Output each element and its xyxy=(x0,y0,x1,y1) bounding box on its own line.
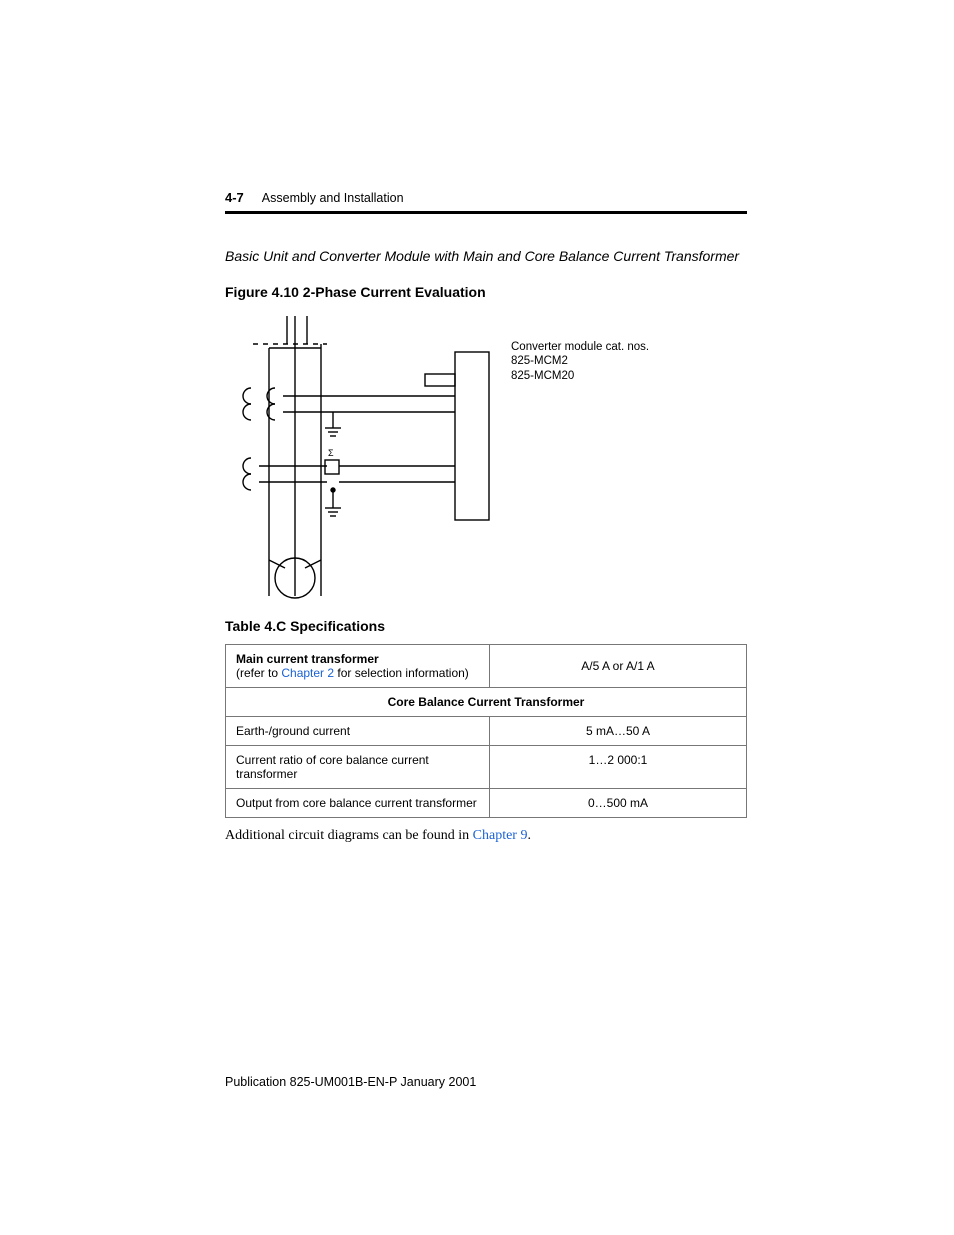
publication-line: Publication 825-UM001B-EN-P January 2001 xyxy=(225,1075,476,1089)
table-row: Earth-/ground current 5 mA…50 A xyxy=(226,717,747,746)
ratio-value: 1…2 000:1 xyxy=(490,746,747,789)
specifications-table: Main current transformer (refer to Chapt… xyxy=(225,644,747,818)
diagram-svg: Σ xyxy=(225,310,495,600)
additional-prefix: Additional circuit diagrams can be found… xyxy=(225,828,473,843)
sigma-label: Σ xyxy=(328,448,334,458)
table-caption: Table 4.C Specifications xyxy=(225,618,744,634)
refer-suffix: for selection information) xyxy=(334,666,469,680)
additional-note: Additional circuit diagrams can be found… xyxy=(225,828,744,844)
module-note: Converter module cat. nos. 825-MCM2 825-… xyxy=(511,310,649,383)
chapter-9-link[interactable]: Chapter 9 xyxy=(473,828,528,843)
module-note-l3: 825-MCM20 xyxy=(511,369,649,383)
figure-area: Σ Converter module cat. nos. 825-MCM2 82… xyxy=(225,310,744,600)
page-number: 4-7 xyxy=(225,190,244,205)
additional-suffix: . xyxy=(527,828,531,843)
output-label: Output from core balance current transfo… xyxy=(226,789,490,818)
core-balance-header: Core Balance Current Transformer xyxy=(226,688,747,717)
table-row: Main current transformer (refer to Chapt… xyxy=(226,645,747,688)
running-header: 4-7 Assembly and Installation xyxy=(225,190,744,205)
table-row: Output from core balance current transfo… xyxy=(226,789,747,818)
module-note-l2: 825-MCM2 xyxy=(511,354,649,368)
earth-current-label: Earth-/ground current xyxy=(226,717,490,746)
table-row: Core Balance Current Transformer xyxy=(226,688,747,717)
document-page: 4-7 Assembly and Installation Basic Unit… xyxy=(0,0,954,1235)
refer-prefix: (refer to xyxy=(236,666,281,680)
ratio-label: Current ratio of core balance current tr… xyxy=(226,746,490,789)
section-title: Assembly and Installation xyxy=(262,191,404,205)
section-subtitle: Basic Unit and Converter Module with Mai… xyxy=(225,248,744,264)
chapter-2-link[interactable]: Chapter 2 xyxy=(281,666,334,680)
module-note-l1: Converter module cat. nos. xyxy=(511,340,649,354)
output-value: 0…500 mA xyxy=(490,789,747,818)
header-rule xyxy=(225,211,747,214)
figure-caption: Figure 4.10 2-Phase Current Evaluation xyxy=(225,284,744,300)
circuit-diagram: Σ xyxy=(225,310,495,600)
main-ct-value: A/5 A or A/1 A xyxy=(490,645,747,688)
earth-current-value: 5 mA…50 A xyxy=(490,717,747,746)
table-row: Current ratio of core balance current tr… xyxy=(226,746,747,789)
main-ct-label: Main current transformer xyxy=(236,652,379,666)
